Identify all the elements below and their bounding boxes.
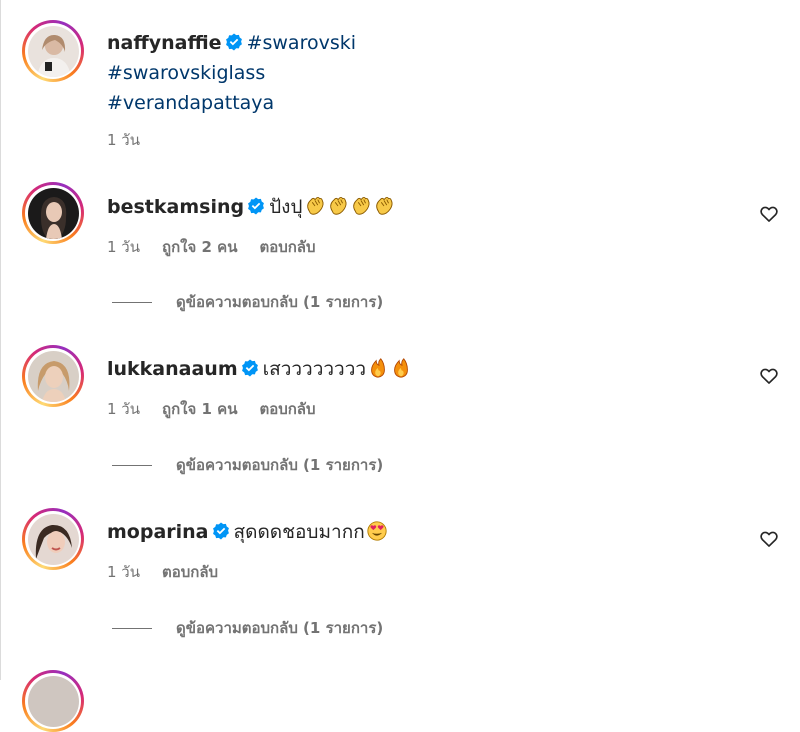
verified-badge-icon [225, 33, 242, 51]
caption-meta: 1 วัน [107, 130, 162, 150]
avatar-photo-icon [27, 513, 79, 565]
view-replies-label: ดูข้อความตอบกลับ (1 รายการ) [176, 619, 384, 637]
comment-avatar[interactable] [22, 345, 84, 407]
comment-username[interactable]: bestkamsing [107, 196, 244, 218]
comment-header: bestkamsing ปังปุ [107, 194, 740, 220]
comment-header: moparina สุดดดชอบมากก [107, 519, 740, 545]
comment-meta: 1 วัน ถูกใจ 2 คน ตอบกลับ [107, 237, 338, 257]
replies-divider-line [112, 301, 152, 303]
replies-divider-line [112, 464, 152, 466]
comment-time[interactable]: 1 วัน [107, 400, 140, 418]
comment-username[interactable]: moparina [107, 521, 209, 543]
like-heart-icon[interactable] [759, 529, 779, 549]
avatar-photo-icon [27, 675, 79, 727]
avatar-photo-icon [27, 350, 79, 402]
verified-badge-icon [241, 359, 258, 377]
view-replies-label: ดูข้อความตอบกลับ (1 รายการ) [176, 456, 384, 474]
reply-button[interactable]: ตอบกลับ [162, 563, 218, 581]
clapping-hands-icon [329, 196, 347, 215]
comment-avatar[interactable] [22, 182, 84, 244]
replies-divider-line [112, 627, 152, 629]
comment-meta: 1 วัน ตอบกลับ [107, 562, 240, 582]
caption-time[interactable]: 1 วัน [107, 131, 140, 149]
panel-border [0, 0, 1, 680]
comment-text: ปังปุ [269, 196, 303, 218]
comment-text: สุดดดชอบมากก [233, 521, 365, 543]
comment-text: เสวววววววว [262, 358, 367, 380]
likes-count[interactable]: ถูกใจ 1 คน [162, 400, 237, 418]
comment-time[interactable]: 1 วัน [107, 563, 140, 581]
hashtag-link[interactable]: #swarovskiglass [107, 60, 265, 86]
comment-header: lukkanaaum เสวววววววว [107, 356, 740, 382]
comment-avatar[interactable] [22, 670, 84, 732]
clapping-hands-icon [352, 196, 370, 215]
caption-header: naffynaffie #swarovski [107, 30, 740, 56]
hashtag-link[interactable]: #swarovski [247, 32, 356, 54]
comment-avatar[interactable] [22, 508, 84, 570]
view-replies-button[interactable]: ดูข้อความตอบกลับ (1 รายการ) [112, 618, 383, 638]
view-replies-button[interactable]: ดูข้อความตอบกลับ (1 รายการ) [112, 292, 383, 312]
like-heart-icon[interactable] [759, 204, 779, 224]
reply-button[interactable]: ตอบกลับ [259, 400, 315, 418]
heart-eyes-icon [367, 521, 387, 541]
avatar-photo-icon [27, 187, 79, 239]
clapping-hands-icon [375, 196, 393, 215]
reply-button[interactable]: ตอบกลับ [259, 238, 315, 256]
hashtag-link[interactable]: #verandapattaya [107, 90, 274, 116]
view-replies-label: ดูข้อความตอบกลับ (1 รายการ) [176, 293, 384, 311]
avatar-photo-icon [27, 25, 79, 77]
comment-username[interactable]: lukkanaaum [107, 358, 238, 380]
fire-icon [371, 358, 385, 378]
verified-badge-icon [248, 197, 265, 215]
comment-time[interactable]: 1 วัน [107, 238, 140, 256]
fire-icon [394, 358, 408, 378]
like-heart-icon[interactable] [759, 366, 779, 386]
view-replies-button[interactable]: ดูข้อความตอบกลับ (1 รายการ) [112, 455, 383, 475]
caption-avatar[interactable] [22, 20, 84, 82]
verified-badge-icon [212, 522, 229, 540]
caption-username[interactable]: naffynaffie [107, 32, 222, 54]
clapping-hands-icon [306, 196, 324, 215]
likes-count[interactable]: ถูกใจ 2 คน [162, 238, 237, 256]
comment-meta: 1 วัน ถูกใจ 1 คน ตอบกลับ [107, 399, 338, 419]
